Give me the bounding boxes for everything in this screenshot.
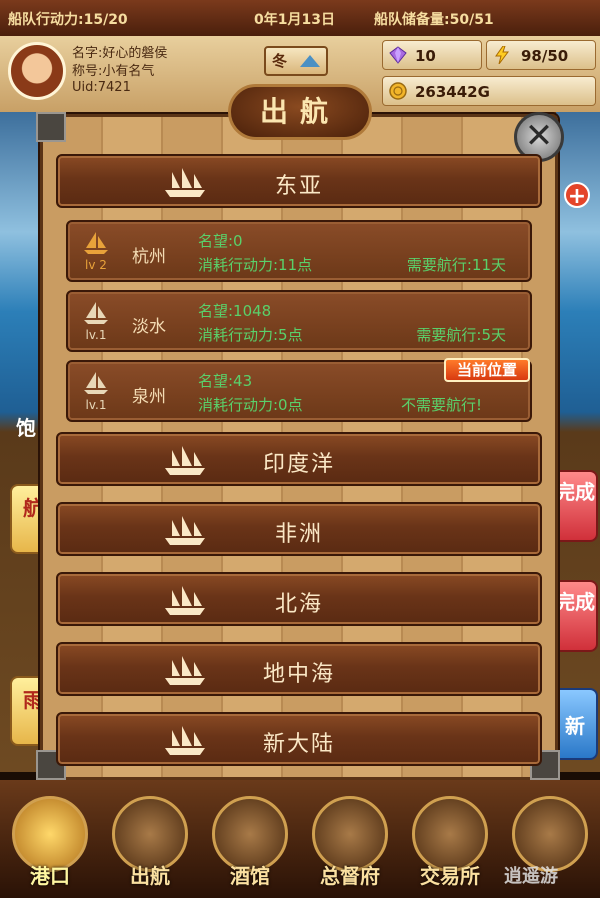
done-button-1[interactable]: 完成 [552, 470, 598, 542]
nav-label: 交易所 [420, 864, 480, 888]
dialog-title: 出航 [228, 84, 372, 140]
nav-label: 总督府 [320, 864, 380, 888]
city-level: lv 2 [85, 258, 107, 272]
sailboat-icon [84, 372, 108, 394]
region-indian-ocean[interactable]: 印度洋 [56, 432, 542, 486]
city-cost: 消耗行动力:0点 [198, 396, 303, 414]
close-icon: ✕ [524, 116, 554, 156]
mountain-icon [300, 55, 320, 67]
date-text: 0年1月13日 [254, 12, 335, 28]
left-partial-label: 饱 [16, 416, 36, 440]
energy-stat[interactable]: 98/50 [486, 40, 596, 70]
region-north-sea[interactable]: 北海 [56, 572, 542, 626]
lightning-icon [495, 46, 509, 64]
region-name: 印度洋 [262, 452, 335, 477]
sailboat-icon [84, 232, 108, 254]
city-sail-days: 需要航行:5天 [416, 326, 506, 344]
current-location-badge: 当前位置 [444, 358, 530, 382]
region-name: 北海 [274, 592, 323, 617]
nav-label: 出航 [130, 864, 170, 888]
region-mediterranean[interactable]: 地中海 [56, 642, 542, 696]
region-name: 非洲 [274, 522, 323, 547]
nav-harbor[interactable]: 港口 [0, 780, 100, 898]
region-name: 新大陆 [262, 732, 335, 757]
city-row-danshui[interactable]: lv.1 淡水 名望:1048 消耗行动力:5点 需要航行:5天 [66, 290, 532, 352]
fleet-reserve-text: 船队储备量:50/51 [374, 12, 494, 28]
gold-coin-icon [389, 82, 407, 100]
nav-governor[interactable]: 总督府 [300, 780, 400, 898]
gold-stat[interactable]: 263442G [382, 76, 596, 106]
left-scenery [0, 112, 44, 772]
city-level: lv.1 [85, 328, 107, 342]
add-button[interactable]: + [564, 182, 590, 209]
city-fame: 名望:1048 [198, 302, 272, 320]
city-fame: 名望:43 [198, 372, 253, 390]
player-uid: Uid:7421 [72, 80, 131, 95]
city-sail-days: 需要航行:11天 [406, 256, 506, 274]
city-cost: 消耗行动力:5点 [198, 326, 303, 344]
city-name: 杭州 [132, 247, 166, 267]
corner-bracket [36, 112, 66, 142]
city-name: 淡水 [132, 317, 166, 337]
city-name: 泉州 [132, 387, 166, 407]
player-title: 称号:小有名气 [72, 64, 155, 79]
city-fame: 名望:0 [198, 232, 243, 250]
city-level: lv.1 [85, 398, 107, 412]
diamond-icon [389, 46, 407, 64]
nav-label: 港口 [30, 864, 70, 888]
player-name: 名字:好心的磐侯 [72, 46, 168, 61]
season-label: 冬 [272, 52, 288, 70]
nav-label: 酒馆 [230, 864, 270, 888]
region-name: 地中海 [262, 662, 335, 687]
avatar[interactable] [8, 42, 66, 100]
gold-count: 263442G [415, 83, 490, 101]
done-button-2[interactable]: 完成 [552, 580, 598, 652]
region-east-asia[interactable]: 东亚 [56, 154, 542, 208]
nav-exchange[interactable]: 交易所 [400, 780, 500, 898]
city-cost: 消耗行动力:11点 [198, 256, 313, 274]
gear-icon [512, 796, 588, 872]
region-name: 东亚 [274, 174, 323, 199]
season-indicator: 冬 [264, 46, 328, 76]
diamond-stat[interactable]: 10 [382, 40, 482, 70]
right-scenery [556, 112, 600, 772]
fleet-action-text: 船队行动力:15/20 [8, 12, 128, 28]
watermark-text: 逍遥游 [504, 866, 558, 887]
nav-tavern[interactable]: 酒馆 [200, 780, 300, 898]
city-row-hangzhou[interactable]: lv 2 杭州 名望:0 消耗行动力:11点 需要航行:11天 [66, 220, 532, 282]
region-new-world[interactable]: 新大陆 [56, 712, 542, 766]
city-sail-days: 不需要航行! [400, 396, 482, 414]
top-status-bar: 船队行动力:15/20 0年1月13日 船队储备量:50/51 [0, 0, 600, 38]
region-africa[interactable]: 非洲 [56, 502, 542, 556]
energy-count: 98/50 [521, 47, 569, 65]
sailboat-icon [84, 302, 108, 324]
diamond-count: 10 [415, 47, 436, 65]
nav-sail[interactable]: 出航 [100, 780, 200, 898]
